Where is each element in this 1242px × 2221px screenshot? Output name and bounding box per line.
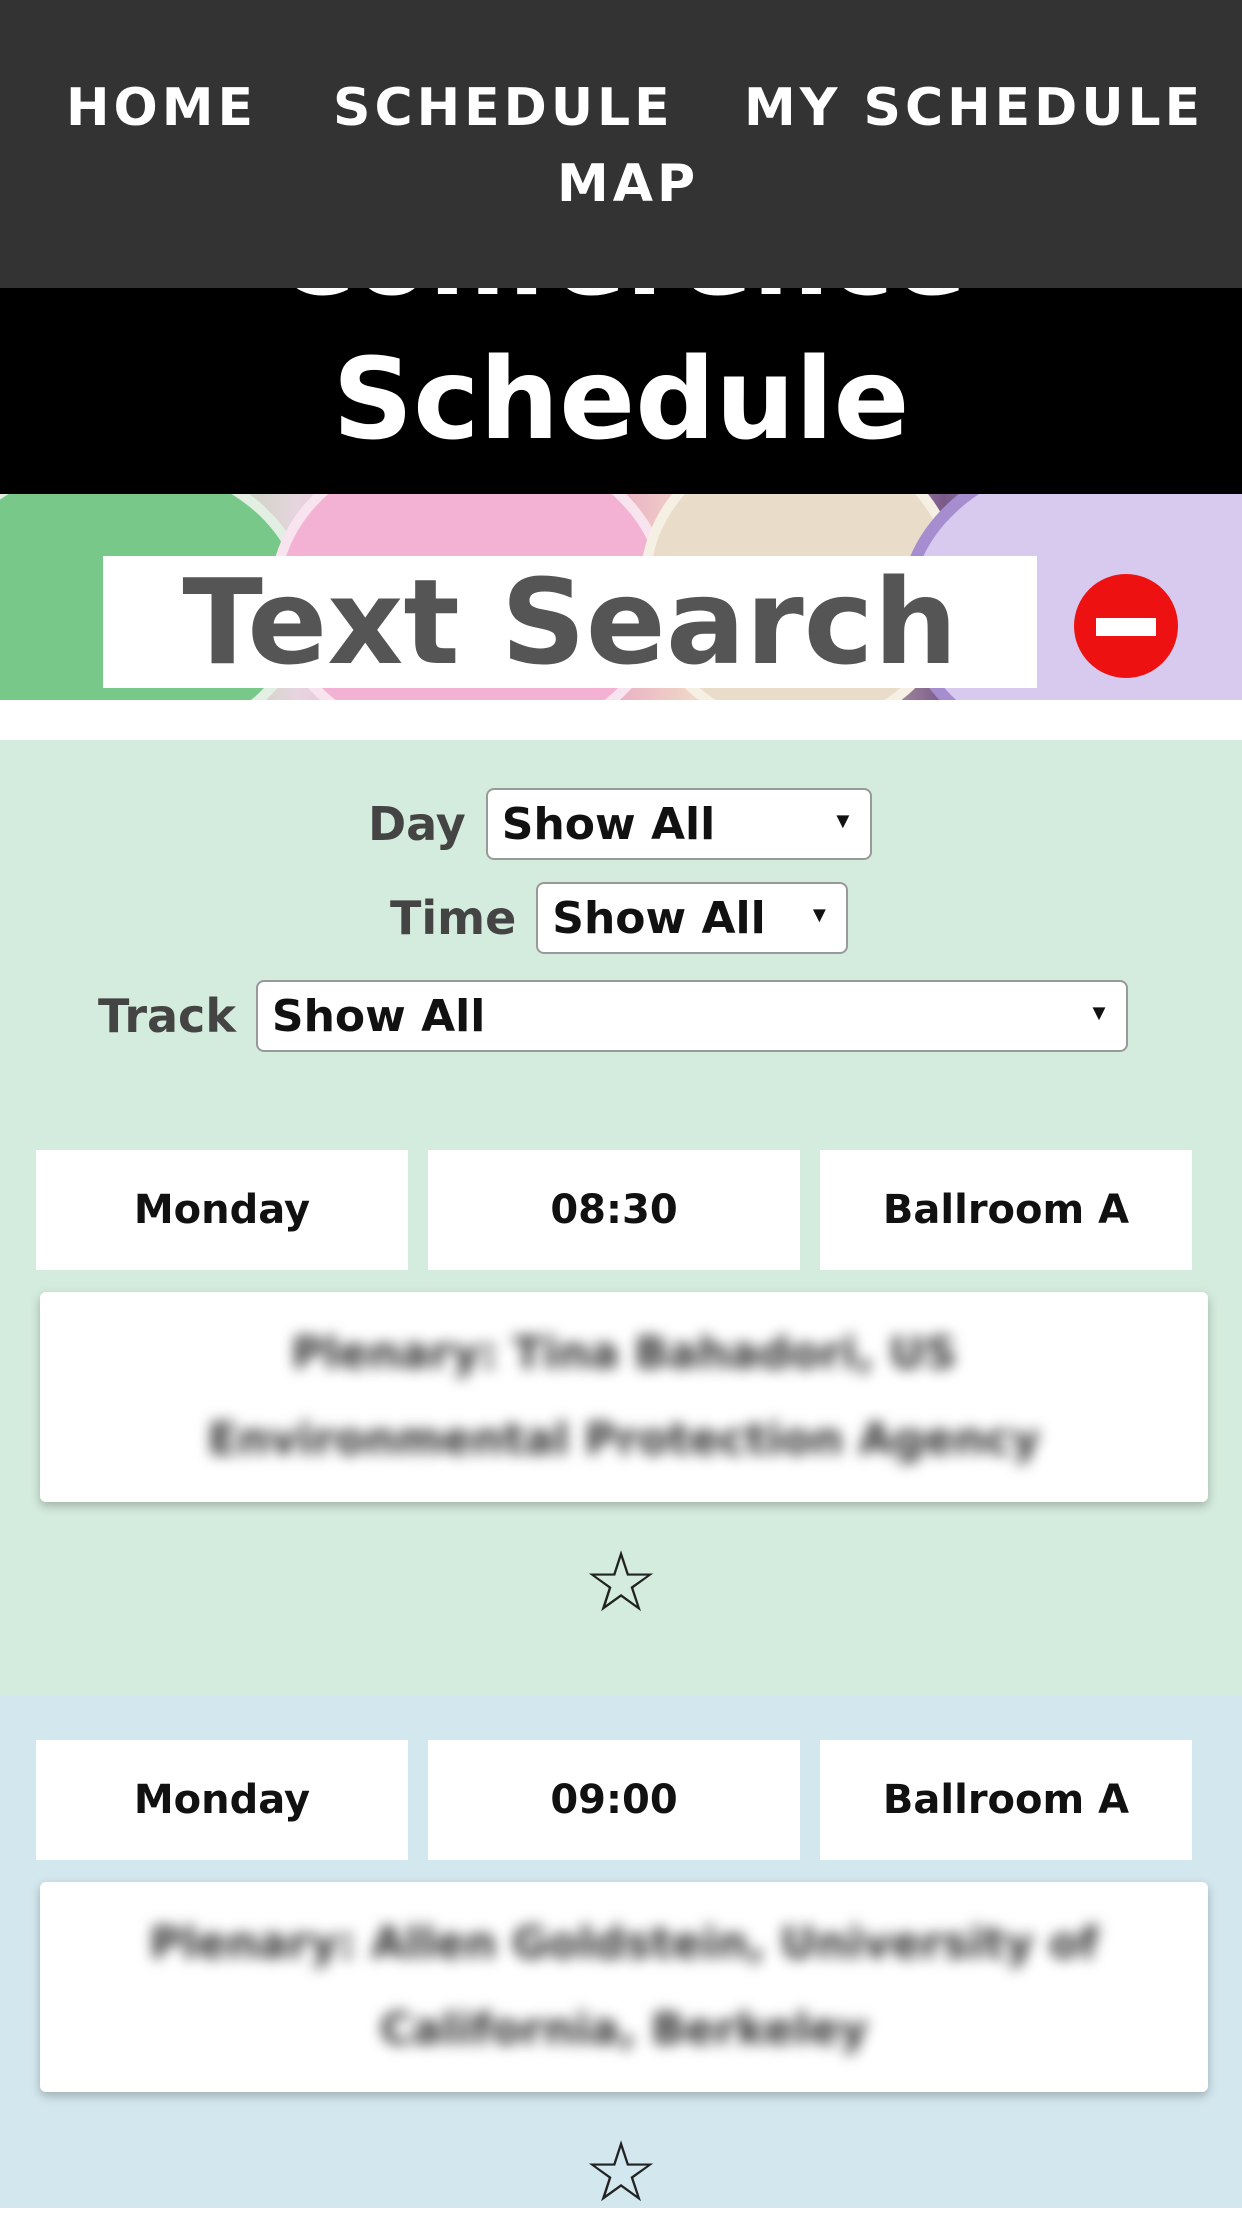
text-search-label: Text Search xyxy=(182,553,958,691)
session-title: Plenary: Allen Goldstein, University of … xyxy=(149,1918,1099,2055)
day-filter: Day Show All ▼ xyxy=(368,788,872,860)
time-filter: Time Show All ▼ xyxy=(390,882,849,954)
session-day: Monday xyxy=(36,1740,408,1860)
session-time: 09:00 xyxy=(428,1740,800,1860)
search-banner: Text Search xyxy=(0,494,1242,700)
dropdown-arrow-icon: ▼ xyxy=(808,902,831,927)
day-select[interactable]: Show All ▼ xyxy=(485,788,872,860)
dropdown-arrow-icon: ▼ xyxy=(832,808,854,833)
page-header: Conference Schedule xyxy=(0,288,1242,494)
session-title: Plenary: Tina Bahadori, US Environmental… xyxy=(207,1328,1041,1465)
page-title: Schedule xyxy=(332,335,910,465)
nav-my-schedule-link[interactable]: MY SCHEDULE xyxy=(744,82,1204,134)
session-time: 08:30 xyxy=(428,1150,800,1270)
nav-home-link[interactable]: HOME xyxy=(66,82,257,134)
session-title-card[interactable]: Plenary: Tina Bahadori, US Environmental… xyxy=(40,1292,1208,1502)
session-day: Monday xyxy=(36,1150,408,1270)
track-filter-label: Track xyxy=(98,989,236,1043)
time-filter-label: Time xyxy=(390,891,517,945)
session-room: Ballroom A xyxy=(820,1150,1192,1270)
header-title-partial: Conference xyxy=(0,288,1242,312)
track-select[interactable]: Show All ▼ xyxy=(255,980,1128,1052)
time-select[interactable]: Show All ▼ xyxy=(536,882,849,954)
no-entry-bar xyxy=(1096,618,1156,636)
track-select-value: Show All xyxy=(271,990,486,1042)
day-filter-label: Day xyxy=(368,797,466,851)
no-entry-icon[interactable] xyxy=(1074,574,1178,678)
session-room: Ballroom A xyxy=(820,1740,1192,1860)
top-nav: HOME SCHEDULE MY SCHEDULE MAP xyxy=(0,0,1242,288)
nav-map-link[interactable]: MAP xyxy=(557,158,699,210)
day-select-value: Show All xyxy=(501,798,716,850)
session-title-card[interactable]: Plenary: Allen Goldstein, University of … xyxy=(40,1882,1208,2092)
favorite-star-icon[interactable]: ☆ xyxy=(571,1540,671,1624)
time-select-value: Show All xyxy=(552,892,766,944)
favorite-star-icon[interactable]: ☆ xyxy=(571,2130,671,2214)
nav-schedule-link[interactable]: SCHEDULE xyxy=(333,82,674,134)
dropdown-arrow-icon: ▼ xyxy=(1088,1000,1110,1025)
text-search-input[interactable]: Text Search xyxy=(103,556,1037,688)
track-filter: Track Show All ▼ xyxy=(98,980,1128,1052)
